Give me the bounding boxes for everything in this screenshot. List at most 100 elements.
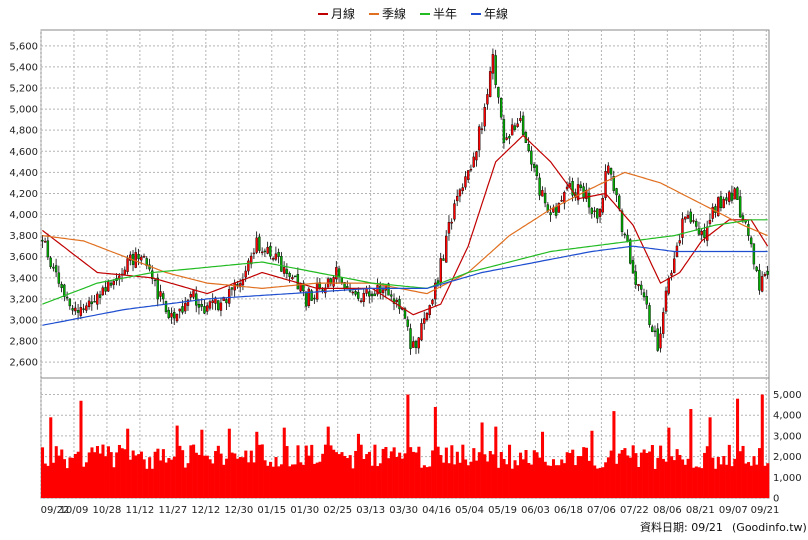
volume-bar — [192, 444, 196, 498]
candle-body — [192, 290, 195, 298]
date-tick-label: 10/09 — [60, 505, 89, 516]
legend-label: 季線 — [382, 6, 406, 21]
candle-body — [640, 284, 643, 290]
volume-bar — [414, 452, 418, 498]
volume-bar — [513, 460, 517, 498]
volume-bar — [510, 468, 514, 498]
volume-bar — [725, 464, 729, 498]
candle-body — [662, 312, 665, 334]
volume-bar — [343, 455, 347, 498]
volume-bar — [400, 458, 404, 498]
volume-bar — [337, 454, 341, 498]
candle-body — [645, 296, 648, 305]
price-panel — [40, 29, 770, 379]
volume-bar — [439, 455, 443, 498]
candle-body — [101, 287, 105, 296]
candle-body — [337, 268, 341, 277]
volume-bar — [318, 461, 322, 498]
candle-body — [68, 298, 72, 307]
volume-bar — [271, 466, 275, 498]
volume-bar — [678, 454, 682, 498]
volume-bar — [51, 462, 56, 498]
candle-body — [219, 302, 223, 311]
candle-body — [758, 269, 761, 291]
candle-body — [159, 291, 162, 297]
volume-bar — [43, 463, 47, 498]
volume-bar — [49, 417, 53, 498]
volume-bar — [395, 457, 399, 498]
volume-bar — [488, 451, 492, 498]
candle-body — [442, 258, 445, 261]
volume-bar — [189, 445, 193, 498]
candle-body — [368, 291, 371, 297]
candle-body — [98, 294, 102, 298]
candle-body — [304, 291, 308, 307]
date-tick-label: 05/04 — [455, 505, 484, 516]
volume-bar — [672, 460, 676, 498]
volume-bar — [738, 451, 742, 498]
candle-body — [362, 293, 365, 302]
volume-bar — [219, 453, 223, 498]
volume-bar — [433, 406, 437, 498]
volume-bar — [134, 455, 138, 498]
date-tick-label: 05/19 — [488, 505, 517, 516]
candle-body — [170, 312, 173, 318]
volume-bar — [708, 417, 712, 498]
candle-body — [428, 305, 431, 316]
volume-bar — [172, 456, 176, 498]
volume-bar — [148, 457, 152, 498]
volume-bar — [117, 444, 121, 498]
candle-body — [565, 186, 569, 190]
volume-bar — [123, 449, 127, 498]
candle-body — [359, 300, 363, 302]
volume-bar — [623, 448, 627, 498]
date-tick-label: 07/22 — [620, 505, 649, 516]
volume-bar — [285, 446, 289, 498]
volume-bar — [126, 428, 130, 498]
candle-body — [321, 289, 324, 291]
candle-body — [156, 277, 159, 300]
volume-bar — [323, 444, 328, 498]
candle-body — [211, 300, 214, 303]
volume-bar — [282, 427, 286, 498]
price-tick-label: 4,600 — [9, 147, 38, 158]
volume-bar — [521, 459, 525, 498]
candle-body — [519, 118, 522, 121]
volume-bar — [194, 452, 198, 498]
volume-bar — [76, 451, 80, 498]
candle-body — [516, 123, 519, 127]
date-tick-label: 06/18 — [554, 505, 583, 516]
candle-body — [104, 287, 107, 292]
price-tick-label: 5,600 — [9, 41, 38, 52]
price-tick-label: 4,400 — [9, 168, 38, 179]
volume-tick-label: 3,000 — [773, 431, 802, 442]
volume-bar — [683, 464, 687, 498]
candle-body — [477, 126, 481, 151]
candle-body — [466, 170, 470, 180]
volume-bar — [620, 450, 624, 498]
volume-bar — [477, 452, 481, 498]
volume-bar — [540, 431, 545, 498]
candle-body — [175, 313, 179, 322]
price-tick-label: 3,400 — [9, 273, 38, 284]
candle-body — [46, 240, 50, 258]
price-tick-label: 3,800 — [9, 231, 38, 242]
candle-body — [719, 196, 723, 209]
volume-tick-label: 4,000 — [773, 411, 802, 422]
volume-bar — [367, 451, 371, 498]
candle-body — [766, 270, 769, 275]
volume-bar — [73, 453, 78, 498]
volume-bar — [420, 467, 424, 498]
candle-body — [71, 308, 74, 311]
volume-bar — [436, 446, 440, 498]
candle-body — [271, 258, 275, 260]
volume-bar — [120, 448, 124, 498]
candle-body — [458, 189, 462, 197]
volume-bar — [681, 459, 685, 498]
candle-body — [596, 208, 599, 219]
candle-body — [123, 269, 126, 275]
volume-bar — [601, 467, 605, 498]
volume-bar — [475, 460, 479, 498]
volume-bar — [82, 466, 86, 498]
volume-bar — [494, 426, 498, 498]
